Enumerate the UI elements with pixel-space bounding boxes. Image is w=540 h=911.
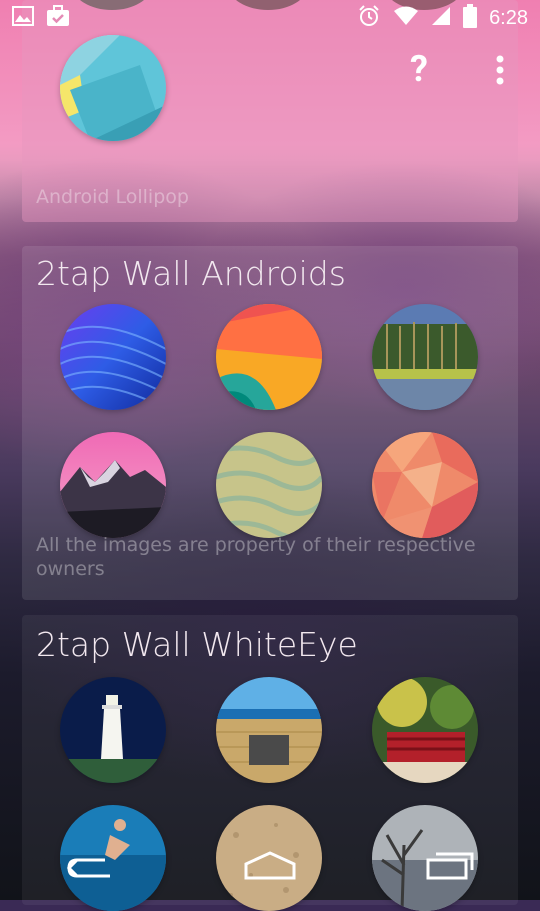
image-icon: [12, 6, 34, 30]
signal-icon: [431, 6, 451, 30]
wifi-icon: [393, 6, 419, 30]
lollipop-orange-thumbnail[interactable]: [216, 304, 322, 410]
red-bridge-garden-thumbnail[interactable]: [372, 677, 478, 783]
sand-water-thumbnail[interactable]: [216, 432, 322, 538]
briefcase-check-icon: [46, 5, 70, 31]
clock-time: 6:28: [489, 6, 528, 29]
coral-polygon-thumbnail[interactable]: [372, 432, 478, 538]
recents-icon[interactable]: [410, 840, 490, 890]
beach-plaque-thumbnail[interactable]: [216, 677, 322, 783]
collection-caption: Android Lollipop: [36, 186, 189, 208]
blue-waves-thumbnail[interactable]: [60, 304, 166, 410]
navigation-bar: [0, 830, 540, 900]
pink-mountain-thumbnail[interactable]: [60, 432, 166, 538]
collection-title: 2tap Wall Androids: [36, 254, 346, 293]
collection-caption: All the images are property of their res…: [36, 534, 476, 580]
back-icon[interactable]: [50, 840, 130, 890]
battery-icon: [463, 4, 478, 32]
help-icon[interactable]: ?: [410, 48, 428, 90]
forest-lake-thumbnail[interactable]: [372, 304, 478, 410]
collection-card-androids: 2tap Wall Androids All the images are pr…: [22, 246, 518, 600]
status-bar: 6:28: [0, 0, 540, 36]
home-icon[interactable]: [230, 840, 310, 890]
collection-title: 2tap Wall WhiteEye: [36, 625, 358, 664]
overflow-menu-icon[interactable]: [496, 52, 504, 94]
lighthouse-thumbnail[interactable]: [60, 677, 166, 783]
material-thumbnail[interactable]: [60, 35, 166, 141]
alarm-icon: [357, 4, 381, 32]
